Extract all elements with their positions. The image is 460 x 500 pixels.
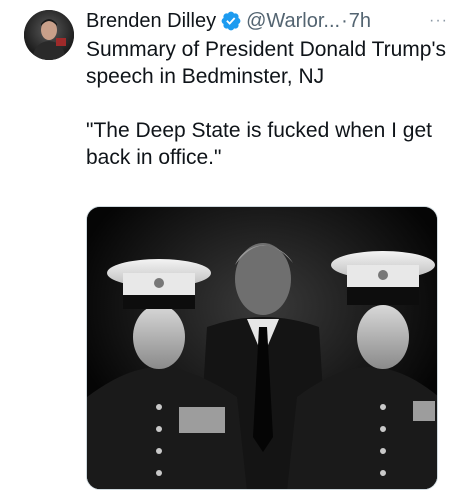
tweet-text-quote: "The Deep State is fucked when I get bac… xyxy=(86,119,432,169)
separator-dot: · xyxy=(341,10,348,32)
verified-badge-icon xyxy=(220,10,242,32)
more-icon[interactable]: ··· xyxy=(429,8,448,34)
tweet-text-summary: Summary of President Donald Trump's spee… xyxy=(86,38,446,88)
tweet-header: Brenden Dilley @Warlor... · 7h ··· xyxy=(86,8,450,34)
tweet-media-image[interactable] xyxy=(86,206,438,490)
tweet-text: Summary of President Donald Trump's spee… xyxy=(86,36,446,171)
tweet-card[interactable]: Brenden Dilley @Warlor... · 7h ··· Summa… xyxy=(0,0,460,500)
avatar[interactable] xyxy=(24,10,74,60)
author-name[interactable]: Brenden Dilley xyxy=(86,8,216,34)
timestamp[interactable]: 7h xyxy=(349,8,371,34)
author-handle[interactable]: @Warlor... xyxy=(246,8,340,34)
